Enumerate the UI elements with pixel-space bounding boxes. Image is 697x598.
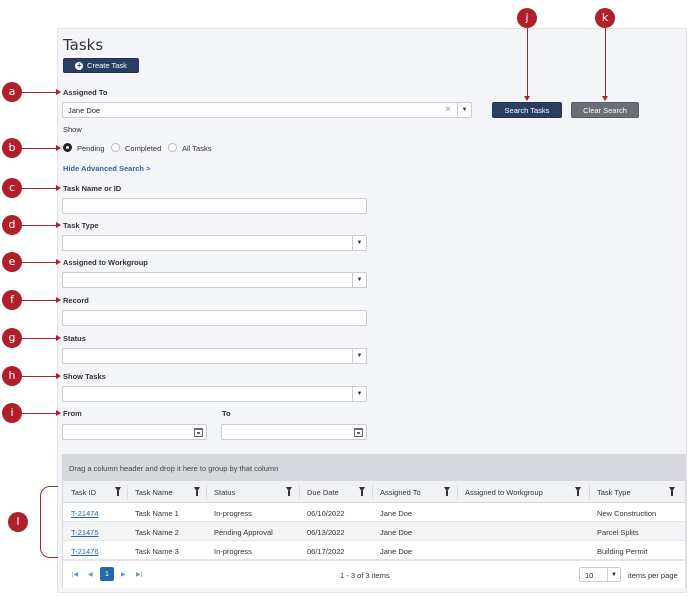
grid-pager: |◀ ◀ 1 ▶ ▶| 1 - 3 of 3 items 10 ▼ items …	[63, 560, 685, 588]
callout-arrow	[22, 185, 61, 191]
assigned-to-label: Assigned To	[63, 88, 108, 97]
task-name-input[interactable]	[62, 198, 367, 214]
filter-icon[interactable]	[115, 487, 121, 496]
chevron-down-icon[interactable]: ▼	[352, 387, 366, 401]
callout-arrow	[22, 89, 61, 95]
current-page[interactable]: 1	[100, 567, 114, 581]
col-assigned-workgroup[interactable]: Assigned to Workgroup	[465, 488, 543, 497]
prev-page-icon[interactable]: ◀	[88, 571, 93, 578]
tasks-grid: Drag a column header and drop it here to…	[62, 454, 686, 588]
clear-search-button[interactable]: Clear Search	[571, 102, 639, 118]
assigned-to-value: Jane Doe	[68, 106, 101, 115]
radio-completed-label: Completed	[125, 144, 162, 153]
col-task-type[interactable]: Task Type	[597, 488, 631, 497]
to-date-input[interactable]	[221, 424, 367, 440]
show-tasks-select[interactable]: ▼	[62, 386, 367, 402]
task-type-label: Task Type	[63, 221, 99, 230]
callout-arrow	[22, 259, 61, 265]
callout-b: b	[2, 138, 22, 158]
task-name-label: Task Name or ID	[63, 184, 122, 193]
table-row[interactable]: T-21475 Task Name 2 Pending Approval 06/…	[63, 522, 685, 541]
callout-f: f	[2, 290, 22, 310]
callout-h: h	[2, 366, 22, 386]
task-type-select[interactable]: ▼	[62, 235, 367, 251]
item-count: 1 - 3 of 3 items	[340, 571, 390, 580]
task-id-link[interactable]: T-21475	[71, 528, 99, 537]
table-row[interactable]: T-21474 Task Name 1 In-progress 06/10/20…	[63, 503, 685, 522]
clear-icon[interactable]: ×	[445, 104, 451, 115]
callout-arrow	[602, 28, 608, 101]
group-drop-area[interactable]: Drag a column header and drop it here to…	[63, 455, 685, 481]
radio-all-tasks[interactable]	[168, 143, 177, 152]
plus-icon: +	[75, 60, 84, 70]
col-task-id[interactable]: Task ID	[71, 488, 96, 497]
callout-arrow	[22, 145, 61, 151]
workgroup-label: Assigned to Workgroup	[63, 258, 148, 267]
callout-l: l	[8, 512, 28, 532]
callout-k: k	[595, 8, 615, 28]
status-select[interactable]: ▼	[62, 348, 367, 364]
chevron-down-icon[interactable]: ▼	[352, 236, 366, 250]
callout-arrow	[22, 335, 61, 341]
col-status[interactable]: Status	[214, 488, 235, 497]
chevron-down-icon[interactable]: ▼	[352, 273, 366, 287]
task-id-link[interactable]: T-21476	[71, 547, 99, 556]
items-per-page-label: items per page	[628, 571, 678, 580]
from-label: From	[63, 409, 82, 418]
callout-j: j	[517, 8, 537, 28]
filter-icon[interactable]	[286, 487, 292, 496]
chevron-down-icon[interactable]: ▼	[457, 103, 471, 117]
callout-a: a	[2, 82, 22, 102]
record-input[interactable]	[62, 310, 367, 326]
chevron-down-icon[interactable]: ▼	[607, 568, 620, 581]
radio-pending-label: Pending	[77, 144, 105, 153]
col-due-date[interactable]: Due Date	[307, 488, 339, 497]
show-tasks-label: Show Tasks	[63, 372, 106, 381]
callout-arrow	[22, 222, 61, 228]
record-label: Record	[63, 296, 89, 305]
filter-icon[interactable]	[669, 487, 675, 496]
callout-g: g	[2, 328, 22, 348]
show-label: Show	[63, 125, 82, 134]
radio-pending[interactable]	[63, 143, 72, 152]
filter-icon[interactable]	[575, 487, 581, 496]
to-label: To	[222, 409, 231, 418]
radio-all-tasks-label: All Tasks	[182, 144, 212, 153]
workgroup-select[interactable]: ▼	[62, 272, 367, 288]
task-id-link[interactable]: T-21474	[71, 509, 99, 518]
filter-icon[interactable]	[444, 487, 450, 496]
callout-arrow	[22, 297, 61, 303]
callout-c: c	[2, 178, 22, 198]
callout-e: e	[2, 252, 22, 272]
status-label: Status	[63, 334, 86, 343]
filter-icon[interactable]	[194, 487, 200, 496]
next-page-icon[interactable]: ▶	[121, 571, 126, 578]
assigned-to-select[interactable]: Jane Doe × ▼	[62, 102, 472, 118]
callout-arrow	[22, 373, 61, 379]
col-assigned-to[interactable]: Assigned To	[380, 488, 421, 497]
create-task-button[interactable]: + Create Task	[63, 58, 139, 73]
last-page-icon[interactable]: ▶|	[136, 571, 142, 578]
callout-bracket	[40, 486, 58, 558]
calendar-icon[interactable]	[354, 428, 363, 437]
col-task-name[interactable]: Task Name	[135, 488, 173, 497]
from-date-input[interactable]	[62, 424, 207, 440]
grid-header: Task ID Task Name Status Due Date Assign…	[63, 481, 685, 503]
page-title: Tasks	[63, 36, 104, 54]
callout-arrow	[22, 410, 61, 416]
filter-icon[interactable]	[359, 487, 365, 496]
chevron-down-icon[interactable]: ▼	[352, 349, 366, 363]
callout-i: i	[2, 403, 22, 423]
page-size-select[interactable]: 10 ▼	[579, 567, 621, 582]
search-tasks-button[interactable]: Search Tasks	[492, 102, 562, 118]
callout-arrow	[524, 28, 530, 101]
radio-completed[interactable]	[111, 143, 120, 152]
first-page-icon[interactable]: |◀	[72, 571, 78, 578]
hide-advanced-search-link[interactable]: Hide Advanced Search >	[63, 164, 150, 173]
calendar-icon[interactable]	[194, 428, 203, 437]
callout-d: d	[2, 215, 22, 235]
table-row[interactable]: T-21476 Task Name 3 In-progress 06/17/20…	[63, 541, 685, 560]
